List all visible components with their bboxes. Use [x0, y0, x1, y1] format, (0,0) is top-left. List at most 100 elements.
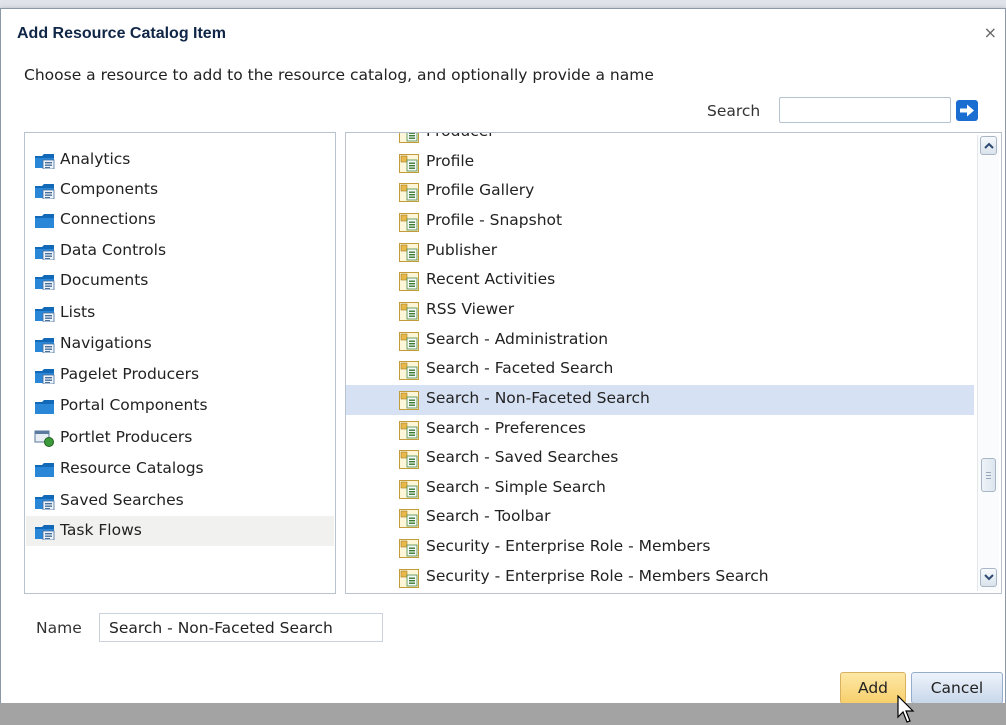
mouse-pointer-icon: [897, 695, 915, 723]
resource-item-label: RSS Viewer: [426, 299, 515, 318]
scroll-up-button[interactable]: [980, 136, 997, 155]
resource-item-label: Search - Non-Faceted Search: [426, 388, 650, 407]
folder-task-flows-icon: [34, 523, 56, 541]
resource-item-label: Search - Saved Searches: [426, 448, 619, 467]
cancel-button[interactable]: Cancel: [911, 672, 1003, 704]
task-flow-icon: [399, 212, 419, 232]
resource-item[interactable]: RSS Viewer: [346, 296, 974, 326]
background-page-bottom: [0, 703, 1006, 725]
resource-item[interactable]: Profile Gallery: [346, 177, 974, 207]
folder-item-label: Connections: [60, 210, 156, 228]
resource-item[interactable]: Search - Faceted Search: [346, 355, 974, 385]
folder-item[interactable]: Data Controls: [26, 236, 334, 266]
task-flow-icon: [399, 272, 419, 292]
scrollbar-thumb[interactable]: [981, 458, 996, 492]
task-flow-icon: [399, 133, 419, 143]
folder-icon: [34, 212, 56, 229]
resource-item-label: Profile Gallery: [426, 181, 535, 200]
resource-item-label: Search - Preferences: [426, 418, 586, 437]
folder-item-label: Documents: [60, 271, 149, 289]
folder-item[interactable]: Pagelet Producers: [26, 360, 334, 390]
resource-item-label: Security - Enterprise Role - Members: [426, 537, 711, 556]
resource-item-label: Security - Enterprise Role - Members Sea…: [426, 566, 769, 585]
name-input[interactable]: [99, 613, 383, 642]
folder-item[interactable]: Portal Components: [26, 391, 334, 421]
task-flow-icon: [399, 450, 419, 470]
resource-item[interactable]: Search - Administration: [346, 326, 974, 356]
resource-item[interactable]: Search - Saved Searches: [346, 444, 974, 474]
folder-navigations-icon: [34, 336, 56, 354]
folder-item-label: Pagelet Producers: [60, 365, 200, 383]
resource-item-label: Publisher: [426, 240, 498, 259]
resource-item[interactable]: Profile: [346, 148, 974, 178]
resource-item-label: Search - Administration: [426, 329, 609, 348]
scroll-down-button[interactable]: [980, 568, 997, 587]
folder-item-label: Components: [60, 180, 159, 198]
resource-item-label: Producer: [426, 133, 495, 140]
search-input[interactable]: [779, 97, 951, 123]
resource-item[interactable]: Publisher: [346, 237, 974, 267]
folder-item-label: Portlet Producers: [60, 428, 193, 446]
task-flow-icon: [399, 539, 419, 559]
folder-item[interactable]: Resource Catalogs: [26, 454, 334, 484]
arrow-right-icon: [960, 104, 974, 117]
resource-item-label: Profile: [426, 151, 475, 170]
folder-documents-icon: [34, 273, 56, 291]
folder-item-label: Task Flows: [60, 521, 142, 539]
folder-item-label: Saved Searches: [60, 491, 184, 509]
thumb-grip: [986, 475, 991, 476]
resource-item[interactable]: Profile - Snapshot: [346, 207, 974, 237]
resource-item-label: Profile - Snapshot: [426, 210, 563, 229]
folder-item-label: Lists: [60, 303, 96, 321]
folder-data-controls-icon: [34, 243, 56, 261]
folder-item-label: Resource Catalogs: [60, 459, 204, 477]
folder-item[interactable]: Saved Searches: [26, 486, 334, 516]
task-flow-icon: [399, 479, 419, 499]
close-icon[interactable]: ×: [984, 23, 997, 42]
folder-item[interactable]: Documents: [26, 266, 334, 296]
background-page-strip: [0, 0, 1006, 8]
folder-item[interactable]: Portlet Producers: [26, 423, 334, 453]
folder-saved-searches-icon: [34, 493, 56, 511]
folder-components-icon: [34, 182, 56, 200]
folder-item[interactable]: Components: [26, 175, 334, 205]
folder-icon: [34, 461, 56, 478]
resource-item-label: Search - Toolbar: [426, 507, 551, 526]
resource-item[interactable]: Search - Toolbar: [346, 503, 974, 533]
task-flow-icon: [399, 390, 419, 410]
folder-item[interactable]: Connections: [26, 205, 334, 235]
resource-item[interactable]: Security - Enterprise Role - Members Sea…: [346, 563, 974, 593]
folder-item[interactable]: Task Flows: [26, 516, 334, 546]
search-go-button[interactable]: [956, 100, 978, 121]
task-flow-icon: [399, 153, 419, 173]
task-flow-icon: [399, 242, 419, 262]
folder-list: Analytics Components Connections Data Contr…: [24, 132, 336, 594]
folder-item[interactable]: Lists: [26, 298, 334, 328]
task-flow-icon: [399, 361, 419, 381]
resource-item-label: Search - Faceted Search: [426, 359, 614, 378]
resource-item[interactable]: Search - Simple Search: [346, 474, 974, 504]
resource-item[interactable]: Recent Activities: [346, 266, 974, 296]
folder-item-label: Portal Components: [60, 396, 208, 414]
folder-item-label: Analytics: [60, 150, 131, 168]
folder-item[interactable]: Analytics: [26, 145, 334, 175]
folder-item-label: Navigations: [60, 334, 152, 352]
name-label: Name: [36, 619, 82, 637]
resource-item[interactable]: Security - Enterprise Role - Members: [346, 533, 974, 563]
resource-item[interactable]: Search - Preferences: [346, 415, 974, 445]
task-flow-icon: [399, 568, 419, 588]
chevron-up-icon: [984, 142, 994, 149]
chevron-down-icon: [984, 574, 994, 581]
add-resource-catalog-item-dialog: Add Resource Catalog Item × Choose a res…: [0, 8, 1006, 704]
task-flow-icon: [399, 509, 419, 529]
resource-list-scrollbar[interactable]: [977, 135, 999, 591]
folder-item-label: Data Controls: [60, 241, 167, 259]
resource-item[interactable]: Search - Non-Faceted Search: [346, 384, 974, 415]
portlet-producer-icon: [34, 430, 56, 447]
folder-item[interactable]: Navigations: [26, 329, 334, 359]
task-flow-icon: [399, 331, 419, 351]
folder-pagelet-icon: [34, 367, 56, 385]
resource-item-label: Search - Simple Search: [426, 477, 606, 496]
resource-list: Producer Profile Profile Gallery Profile - …: [345, 132, 1002, 594]
resource-item[interactable]: Producer: [346, 133, 974, 148]
